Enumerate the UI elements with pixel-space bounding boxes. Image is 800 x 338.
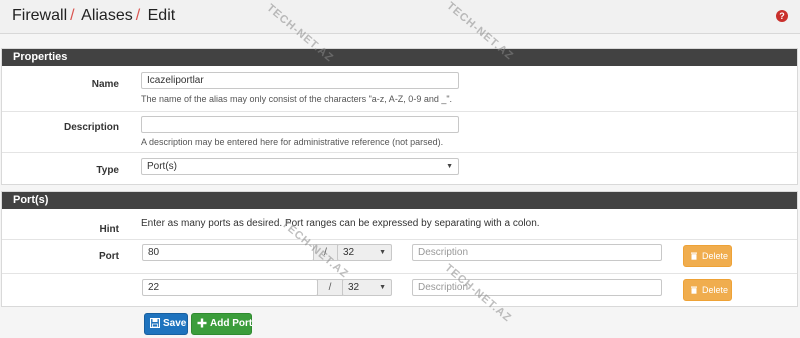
name-help-text: The name of the alias may only consist o… xyxy=(141,94,453,104)
chevron-down-icon: ▼ xyxy=(379,284,386,291)
breadcrumb-edit: Edit xyxy=(147,7,176,24)
chevron-down-icon: ▼ xyxy=(379,249,386,256)
type-row: Type Port(s) ▼ xyxy=(2,152,797,185)
question-circle-icon[interactable]: ? xyxy=(776,10,788,22)
name-input[interactable]: Icazeliportlar xyxy=(141,72,459,89)
mask-select-value: 32 xyxy=(348,282,360,293)
mask-select[interactable]: 32 ▼ xyxy=(337,244,392,261)
mask-select[interactable]: 32 ▼ xyxy=(342,279,392,296)
plus-icon xyxy=(197,318,207,328)
description-row: Description A description may be entered… xyxy=(2,111,797,152)
save-button[interactable]: Save xyxy=(144,313,188,335)
properties-panel: Properties Name Icazeliportlar The name … xyxy=(1,48,798,185)
hint-row: Hint Enter as many ports as desired. Por… xyxy=(2,209,797,239)
name-row: Name Icazeliportlar The name of the alia… xyxy=(2,66,797,111)
hint-label: Hint xyxy=(99,224,119,235)
breadcrumb: Firewall / Aliases / Edit xyxy=(12,7,175,25)
port-input[interactable]: 22 xyxy=(142,279,318,296)
add-port-button-label: Add Port xyxy=(210,318,253,329)
hint-text: Enter as many ports as desired. Port ran… xyxy=(141,218,540,229)
port-description-input[interactable]: Description xyxy=(412,244,662,261)
type-label: Type xyxy=(96,165,119,176)
chevron-down-icon: ▼ xyxy=(446,163,453,170)
mask-select-value: 32 xyxy=(343,247,355,258)
type-select-value: Port(s) xyxy=(147,161,177,172)
page-header: Firewall / Aliases / Edit ? xyxy=(0,0,800,34)
floppy-disk-icon xyxy=(150,318,160,328)
name-label: Name xyxy=(91,79,119,90)
port-row-1: Port 80 / 32 ▼ Description Delete xyxy=(2,239,797,273)
delete-button[interactable]: Delete xyxy=(683,245,732,267)
port-input[interactable]: 80 xyxy=(142,244,314,261)
delete-button-label: Delete xyxy=(702,285,729,295)
trash-icon xyxy=(691,252,697,260)
save-button-label: Save xyxy=(163,318,187,329)
type-select[interactable]: Port(s) ▼ xyxy=(141,158,459,175)
range-separator: / xyxy=(317,279,343,296)
description-label: Description xyxy=(63,122,119,133)
port-description-input[interactable]: Description xyxy=(412,279,662,296)
breadcrumb-separator: / xyxy=(135,7,141,24)
breadcrumb-aliases[interactable]: Aliases xyxy=(81,7,133,24)
description-input[interactable] xyxy=(141,116,459,133)
ports-panel: Port(s) Hint Enter as many ports as desi… xyxy=(1,191,798,307)
delete-button-label: Delete xyxy=(702,251,729,261)
delete-button[interactable]: Delete xyxy=(683,279,732,301)
description-help-text: A description may be entered here for ad… xyxy=(141,137,444,147)
breadcrumb-separator: / xyxy=(70,7,75,24)
add-port-button[interactable]: Add Port xyxy=(191,313,252,335)
port-row-2: 22 / 32 ▼ Description Delete xyxy=(2,273,797,307)
breadcrumb-firewall[interactable]: Firewall xyxy=(12,7,67,24)
trash-icon xyxy=(691,286,697,294)
ports-heading: Port(s) xyxy=(2,192,797,209)
port-label: Port xyxy=(99,251,119,262)
properties-heading: Properties xyxy=(2,49,797,66)
